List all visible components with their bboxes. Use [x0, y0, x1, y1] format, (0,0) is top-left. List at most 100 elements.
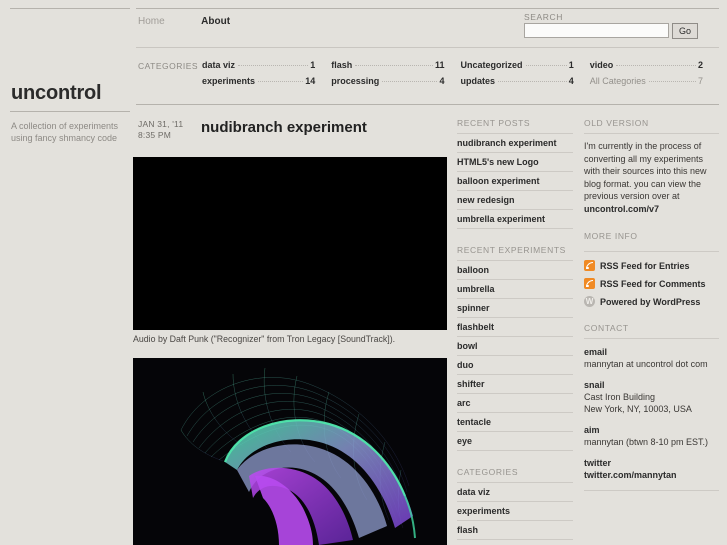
contact-block-aim: aim mannytan (btwn 8-10 pm EST.): [584, 424, 719, 448]
right-sidebar: OLD VERSION I'm currently in the process…: [584, 118, 719, 507]
nav-item-about[interactable]: About: [201, 16, 230, 27]
categories-strip-label: CATEGORIES: [138, 61, 199, 71]
post-date-line1: JAN 31, '11: [138, 119, 184, 129]
wordpress-icon: W: [584, 296, 595, 307]
category-name: video: [589, 60, 614, 70]
leader-dots: [498, 81, 567, 82]
recent-posts-section: RECENT POSTS nudibranch experiment HTML5…: [457, 118, 573, 229]
leader-dots: [525, 65, 567, 66]
list-item[interactable]: arc: [457, 394, 573, 413]
category-strip-item[interactable]: data viz 1: [202, 60, 331, 76]
rss-icon: [584, 260, 595, 271]
generative-artwork-image: [133, 358, 447, 545]
brand-column: uncontrol A collection of experiments us…: [0, 0, 130, 545]
old-version-section: OLD VERSION I'm currently in the process…: [584, 118, 719, 215]
contact-value-link[interactable]: twitter.com/mannytan: [584, 469, 719, 481]
list-item[interactable]: duo: [457, 356, 573, 375]
contact-heading: CONTACT: [584, 323, 629, 333]
list-item[interactable]: spinner: [457, 299, 573, 318]
leader-dots: [258, 81, 304, 82]
audio-caption: Audio by Daft Punk ("Recognizer" from Tr…: [133, 334, 396, 344]
list-item[interactable]: balloon experiment: [457, 172, 573, 191]
list-item[interactable]: bowl: [457, 337, 573, 356]
categories-divider-top: [136, 47, 719, 48]
more-info-item-wordpress[interactable]: W Powered by WordPress: [584, 296, 719, 307]
list-item[interactable]: experiments: [457, 502, 573, 521]
contact-key: email: [584, 347, 608, 357]
leader-dots: [382, 81, 438, 82]
video-player[interactable]: [133, 157, 447, 330]
category-count: 7: [697, 76, 703, 86]
list-item[interactable]: flashbelt: [457, 318, 573, 337]
list-item[interactable]: flash: [457, 521, 573, 540]
list-item[interactable]: processing: [457, 540, 573, 545]
list-item[interactable]: data viz: [457, 483, 573, 502]
old-version-body: I'm currently in the process of converti…: [584, 140, 719, 215]
category-count: 4: [439, 76, 445, 86]
categories-divider-bottom: [136, 104, 719, 105]
category-strip-item[interactable]: Uncategorized 1: [461, 60, 590, 76]
contact-value: New York, NY, 10003, USA: [584, 404, 692, 414]
brand-divider-bottom: [10, 111, 130, 112]
contact-divider-end: [584, 490, 719, 491]
recent-posts-heading: RECENT POSTS: [457, 118, 531, 128]
category-name: Uncategorized: [460, 60, 523, 70]
more-info-item-rss-entries[interactable]: RSS Feed for Entries: [584, 260, 719, 271]
list-item[interactable]: new redesign: [457, 191, 573, 210]
category-strip-item[interactable]: video 2: [590, 60, 719, 76]
old-version-divider: [584, 133, 719, 134]
old-version-text: I'm currently in the process of converti…: [584, 141, 707, 201]
site-title: uncontrol: [11, 82, 102, 104]
brand-divider-top: [10, 8, 130, 9]
more-info-item-rss-comments[interactable]: RSS Feed for Comments: [584, 278, 719, 289]
page-root: uncontrol A collection of experiments us…: [0, 0, 727, 545]
contact-block-email: email mannytan at uncontrol dot com: [584, 346, 719, 370]
recent-experiments-section: RECENT EXPERIMENTS balloon umbrella spin…: [457, 245, 573, 451]
category-strip-item[interactable]: flash 11: [331, 60, 460, 76]
recent-experiments-heading: RECENT EXPERIMENTS: [457, 245, 566, 255]
contact-value: mannytan at uncontrol dot com: [584, 359, 708, 369]
search-go-button[interactable]: Go: [672, 23, 698, 39]
category-strip-item[interactable]: updates 4: [461, 76, 590, 92]
old-version-heading: OLD VERSION: [584, 118, 649, 128]
category-strip-item-all[interactable]: All Categories 7: [590, 76, 719, 92]
category-count: 2: [697, 60, 703, 70]
sidebar-categories-heading: CATEGORIES: [457, 467, 519, 477]
contact-key: snail: [584, 380, 605, 390]
old-version-link[interactable]: uncontrol.com/v7: [584, 204, 659, 214]
contact-value: Cast Iron Building: [584, 392, 656, 402]
category-count: 1: [568, 60, 574, 70]
list-item[interactable]: HTML5's new Logo: [457, 153, 573, 172]
list-item[interactable]: nudibranch experiment: [457, 134, 573, 153]
more-info-label: Powered by WordPress: [600, 296, 701, 307]
contact-key: aim: [584, 425, 600, 435]
more-info-heading: MORE INFO: [584, 231, 638, 241]
category-count: 4: [568, 76, 574, 86]
search-input[interactable]: [524, 23, 669, 38]
category-name: experiments: [202, 76, 256, 86]
sidebar-categories-section: CATEGORIES data viz experiments flash pr…: [457, 467, 573, 545]
category-strip-item[interactable]: experiments 14: [202, 76, 331, 92]
category-name: All Categories: [589, 76, 646, 86]
contact-divider: [584, 338, 719, 339]
contact-key: twitter: [584, 458, 611, 468]
nav-item-home[interactable]: Home: [138, 16, 165, 27]
leader-dots: [616, 65, 696, 66]
post-date: JAN 31, '11 8:35 PM: [138, 119, 196, 141]
list-item[interactable]: tentacle: [457, 413, 573, 432]
contact-block-twitter: twitter twitter.com/mannytan: [584, 457, 719, 481]
list-item[interactable]: balloon: [457, 261, 573, 280]
list-item[interactable]: shifter: [457, 375, 573, 394]
categories-strip-grid: data viz 1 flash 11 Uncategorized 1 vide…: [202, 60, 719, 92]
list-item[interactable]: eye: [457, 432, 573, 451]
list-item[interactable]: umbrella: [457, 280, 573, 299]
contact-block-snail: snail Cast Iron Building New York, NY, 1…: [584, 379, 719, 415]
main-nav: Home About: [138, 11, 262, 37]
more-info-label: RSS Feed for Comments: [600, 278, 706, 289]
search-label: SEARCH: [524, 12, 564, 22]
list-item[interactable]: umbrella experiment: [457, 210, 573, 229]
site-tagline: A collection of experiments using fancy …: [11, 121, 119, 143]
sidebar-categories-list: data viz experiments flash processing Un…: [457, 482, 573, 545]
category-strip-item[interactable]: processing 4: [331, 76, 460, 92]
post-title: nudibranch experiment: [201, 119, 367, 136]
